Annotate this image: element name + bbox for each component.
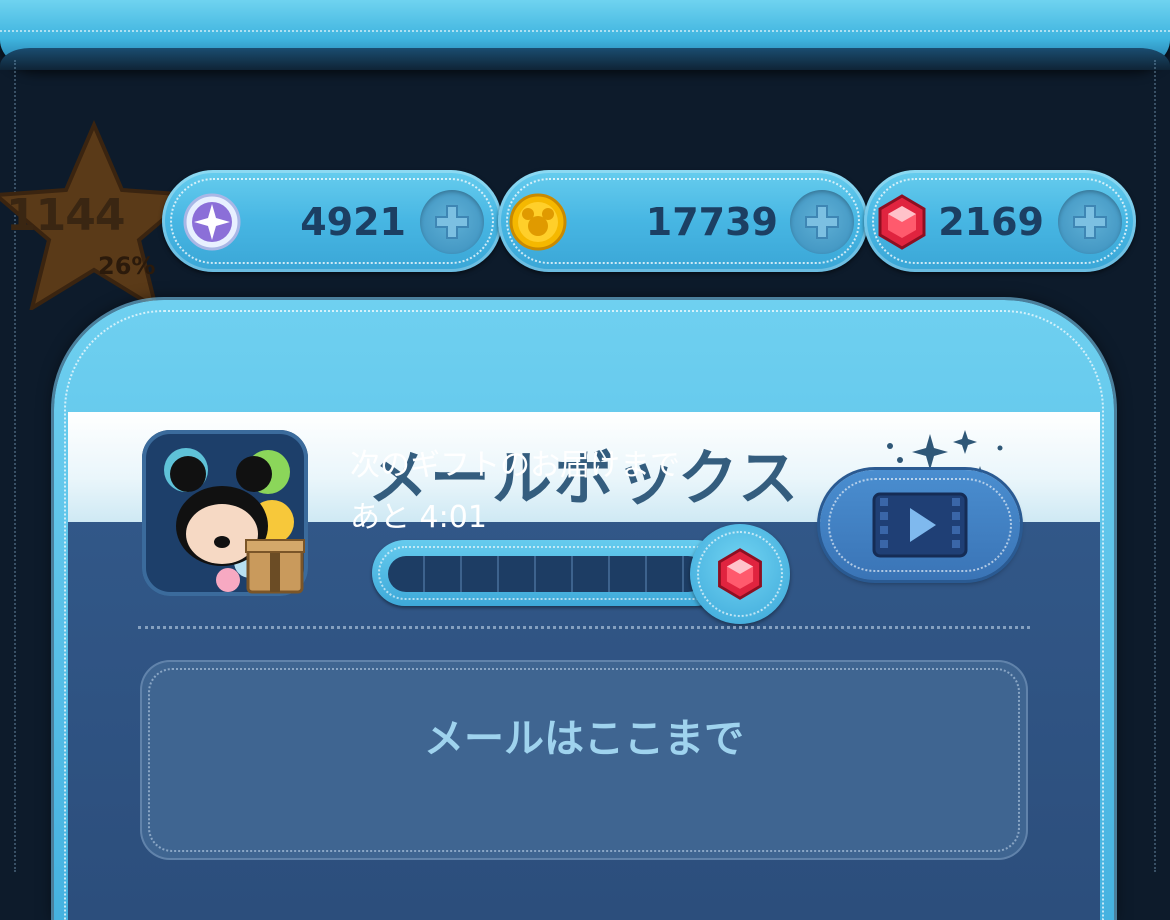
end-of-mail-text: メールはここまで: [424, 716, 744, 762]
level-progress: 26%: [98, 252, 156, 280]
watch-video-button[interactable]: [820, 470, 1020, 580]
coin-counter: 17739: [498, 170, 868, 272]
ruby-gem-icon: [718, 548, 762, 600]
coin-value: 17739: [645, 200, 778, 244]
plus-icon: [435, 205, 469, 239]
app-gift-icon: [142, 430, 308, 596]
gift-progress-bar: [372, 540, 728, 606]
add-ruby-button[interactable]: [1058, 190, 1122, 254]
tsum-characters-icon: [164, 448, 305, 594]
gift-progress-track: [388, 556, 706, 592]
add-coin-button[interactable]: [790, 190, 854, 254]
skill-ticket-counter: 4921: [162, 170, 502, 272]
currency-bar: 4921 17739 2169: [162, 170, 1138, 272]
next-gift-countdown: あと 4:01: [350, 500, 487, 535]
top-frame: [0, 0, 1170, 70]
mickey-coin-icon: [509, 193, 567, 251]
ruby-value: 2169: [938, 200, 1044, 244]
mailbox-panel: メールボックス 次のギフトのお届けまで あと 4:01 メールはここまで: [54, 300, 1114, 920]
divider: [138, 626, 1030, 629]
plus-icon: [1073, 205, 1107, 239]
ruby-counter: 2169: [864, 170, 1136, 272]
plus-icon: [805, 205, 839, 239]
end-of-mail-card: メールはここまで: [140, 660, 1028, 860]
add-skill-ticket-button[interactable]: [420, 190, 484, 254]
ruby-reward-badge: [690, 524, 790, 624]
ruby-gem-icon: [878, 194, 926, 250]
frame-stitch-right: [1154, 60, 1156, 872]
star-emblem-icon: [183, 193, 241, 251]
skill-ticket-value: 4921: [300, 200, 406, 244]
video-play-icon: [872, 492, 968, 558]
next-gift-label: 次のギフトのお届けまで: [350, 448, 680, 483]
player-level: 1144: [6, 190, 125, 241]
